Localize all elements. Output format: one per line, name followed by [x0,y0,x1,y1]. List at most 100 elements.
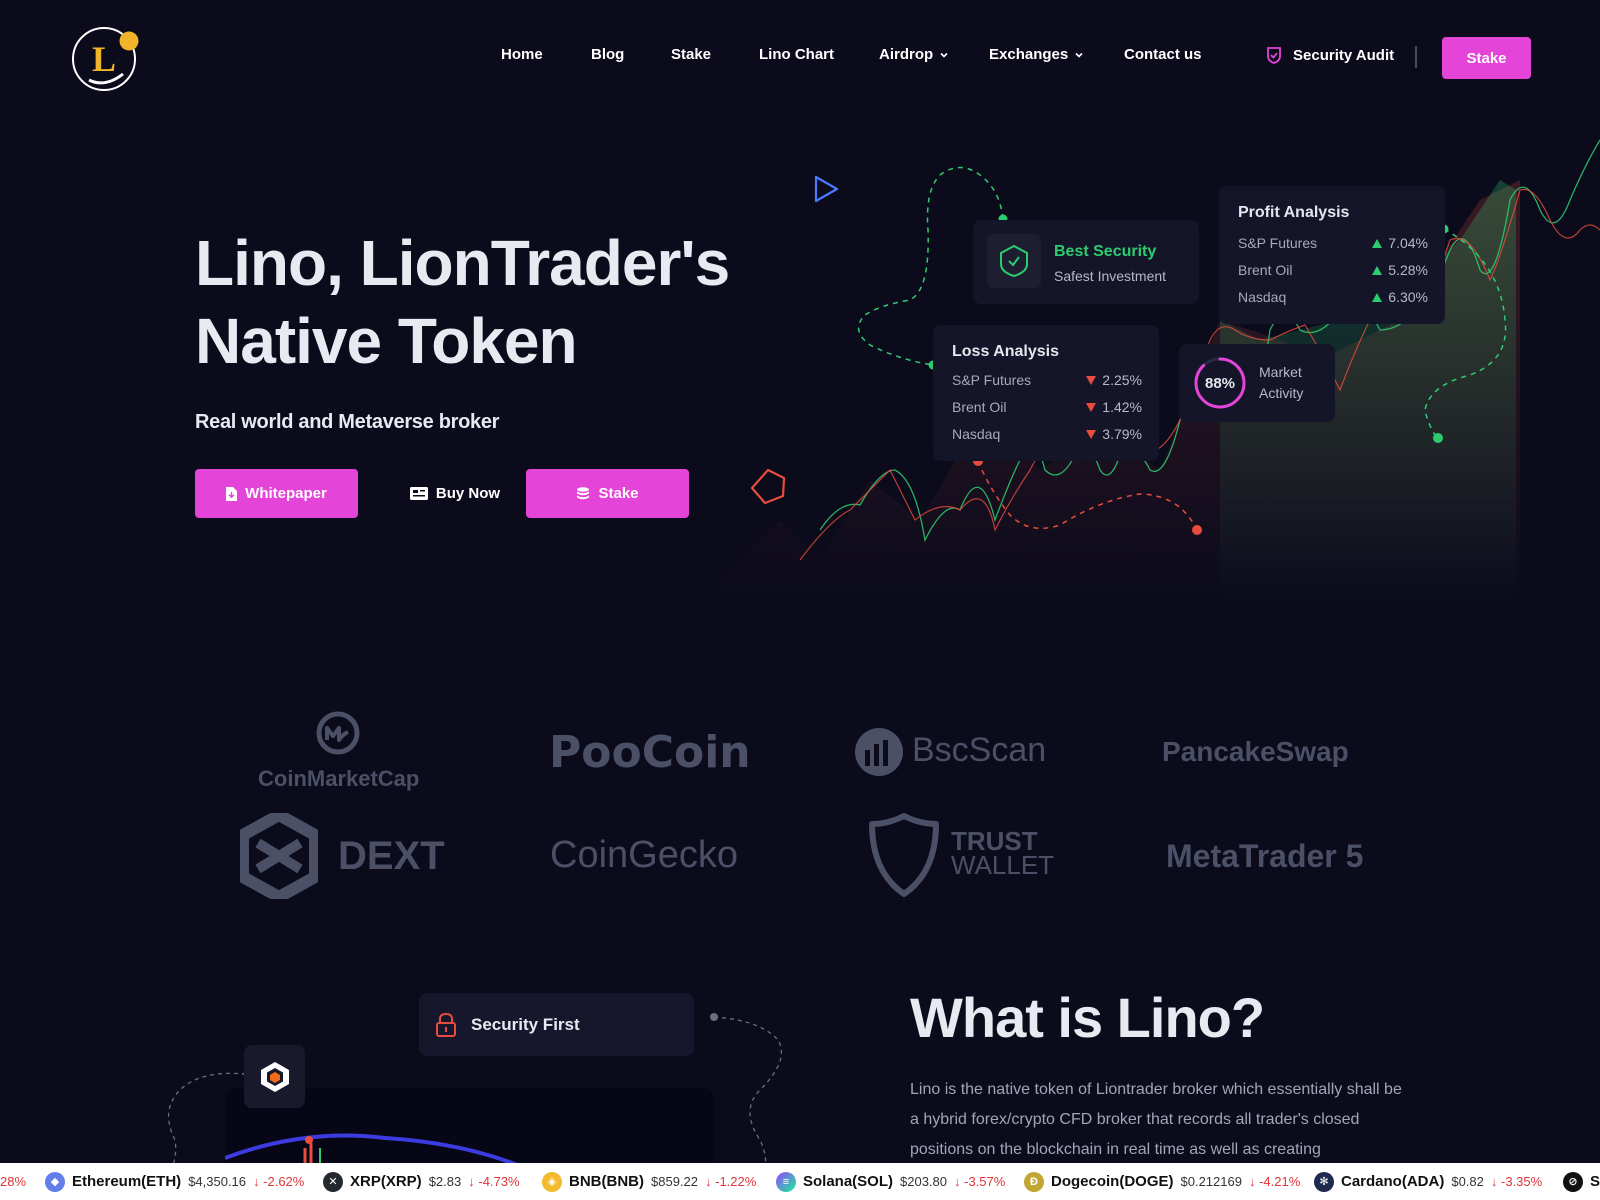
security-first-card: Security First [419,993,694,1056]
buy-now-label: Buy Now [435,485,501,502]
hero-subtitle: Real world and Metaverse broker [195,411,500,433]
shield-check-icon [1000,244,1028,278]
market-activity-card: 88% Market Activity [1179,344,1335,422]
ticker-name: S [1590,1173,1600,1190]
partner-wallet-label: WALLET [951,850,1055,880]
arrow-up-icon [1372,265,1383,275]
what-is-lino-text: Lino is the native token of Liontrader b… [910,1081,1402,1158]
ticker-change: 28% [0,1174,27,1189]
arrow-up-icon [1372,292,1383,302]
profit-row: Brent Oil 5.28% [1238,262,1428,278]
profit-row-value: 7.04% [1388,235,1428,251]
ticker-item[interactable]: Ð Dogecoin(DOGE) $0.212169 ↓ -4.21% [1024,1163,1300,1200]
loss-row: Nasdaq 3.79% [952,426,1142,442]
loss-row-name: Brent Oil [952,399,1007,415]
whitepaper-button[interactable]: Whitepaper [195,469,358,518]
ticker-item[interactable]: ◈ BNB(BNB) $859.22 ↓ -1.22% [542,1163,756,1200]
partner-trust-wallet[interactable]: TRUST WALLET [951,828,1055,880]
ticker-change: ↓ -2.62% [253,1174,305,1189]
best-security-subtitle: Safest Investment [1054,268,1167,284]
ticker-change-value: -1.22% [715,1174,757,1189]
profit-row: Nasdaq 6.30% [1238,289,1428,305]
loss-analysis-card: Loss Analysis S&P Futures 2.25% Brent Oi… [933,325,1159,461]
partner-metatrader-5[interactable]: MetaTrader 5 [1166,838,1363,875]
ticker-name: Ethereum(ETH) [72,1173,182,1190]
profit-row-name: S&P Futures [1238,235,1318,251]
ticker-change: ↓ -1.22% [705,1174,757,1189]
market-activity-label-line2: Activity [1259,385,1304,401]
ticker-item[interactable]: ✻ Cardano(ADA) $0.82 ↓ -3.35% [1314,1163,1542,1200]
ticker-change: ↓ -4.73% [468,1174,520,1189]
partner-dext[interactable]: DEXT [338,834,445,879]
hero-title-line2: Native Token [195,305,578,377]
ticker-price: $4,350.16 [188,1174,247,1189]
ticker-change: ↓ -4.21% [1248,1174,1301,1189]
xrp-icon: ✕ [323,1171,343,1192]
ticker-name: Cardano(ADA) [1341,1173,1445,1190]
price-ticker: 28% ◆ Ethereum(ETH) $4,350.16 ↓ -2.62% ✕… [0,1163,1600,1200]
ticker-name: Dogecoin(DOGE) [1051,1173,1174,1190]
loss-row-name: S&P Futures [952,372,1032,388]
market-activity-label-line1: Market [1259,364,1302,380]
arrow-up-icon [1372,238,1383,248]
ticker-name: BNB(BNB) [569,1173,644,1190]
partner-coingecko[interactable]: CoinGecko [550,834,738,877]
best-security-title: Best Security [1054,243,1157,260]
ethereum-icon: ◆ [45,1171,65,1192]
loss-row-name: Nasdaq [952,426,1001,442]
ticker-change: ↓ -3.57% [954,1174,1006,1189]
profit-analysis-card: Profit Analysis S&P Futures 7.04% Brent … [1219,186,1445,324]
loss-row-value: 1.42% [1102,399,1142,415]
ticker-price: $859.22 [651,1174,698,1189]
hero-stake-label: Stake [598,485,639,502]
ticker-item[interactable]: ≡ Solana(SOL) $203.80 ↓ -3.57% [776,1163,1005,1200]
ticker-change-value: -2.62% [263,1174,305,1189]
market-activity-value: 88% [1204,374,1236,392]
partner-poocoin[interactable]: PooCoin [549,727,751,778]
ticker-price: $203.80 [900,1174,948,1189]
ticker-change: ↓ -3.35% [1490,1174,1543,1189]
lock-icon [436,1012,456,1037]
hero-title: Lino, LionTrader's Native Token [195,224,730,380]
loss-row-value: 3.79% [1102,426,1142,442]
loss-row-value: 2.25% [1102,372,1142,388]
coins-icon [577,487,590,500]
ticker-price: $0.212169 [1180,1174,1242,1189]
bnb-icon: ◈ [542,1171,562,1192]
ticker-item[interactable]: ◆ Ethereum(ETH) $4,350.16 ↓ -2.62% [45,1163,304,1200]
security-first-label: Security First [471,1014,580,1034]
dogecoin-icon: Ð [1024,1171,1044,1192]
best-security-card: Best Security Safest Investment [973,220,1199,304]
blockchain-cube-box [244,1045,305,1108]
partner-coinmarketcap[interactable]: CoinMarketCap [258,766,419,792]
whitepaper-label: Whitepaper [245,485,327,502]
hero-stake-button[interactable]: Stake [526,469,689,518]
ticker-item[interactable]: 28% [0,1163,26,1200]
cube-icon [260,1061,289,1092]
document-download-icon [226,486,238,501]
partner-pancakeswap[interactable]: PancakeSwap [1162,736,1349,768]
buy-now-button[interactable]: Buy Now [390,469,520,518]
ticket-icon [409,487,428,500]
coinmarketcap-logo-icon [316,711,360,755]
ticker-change-value: -3.57% [964,1174,1006,1189]
ticker-item[interactable]: ✕ XRP(XRP) $2.83 ↓ -4.73% [323,1163,520,1200]
ticker-name: XRP(XRP) [350,1173,422,1190]
arrow-down-icon [1086,402,1097,412]
hero-title-line1: Lino, LionTrader's [195,227,730,299]
partner-bscscan[interactable]: BscScan [912,731,1046,770]
profit-row-value: 6.30% [1388,289,1428,305]
ticker-change-value: -4.21% [1259,1174,1301,1189]
ticker-price: $0.82 [1451,1174,1484,1189]
security-shield-box [987,234,1041,288]
arrow-down-icon [1086,375,1097,385]
loss-row: S&P Futures 2.25% [952,372,1142,388]
profit-row: S&P Futures 7.04% [1238,235,1428,251]
market-activity-label: Market Activity [1259,362,1323,404]
profit-row-name: Brent Oil [1238,262,1293,278]
profit-row-value: 5.28% [1388,262,1428,278]
profit-analysis-title: Profit Analysis [1238,204,1350,221]
loss-row: Brent Oil 1.42% [952,399,1142,415]
loss-analysis-title: Loss Analysis [952,343,1060,360]
ticker-item[interactable]: ⊘ S [1563,1163,1600,1200]
